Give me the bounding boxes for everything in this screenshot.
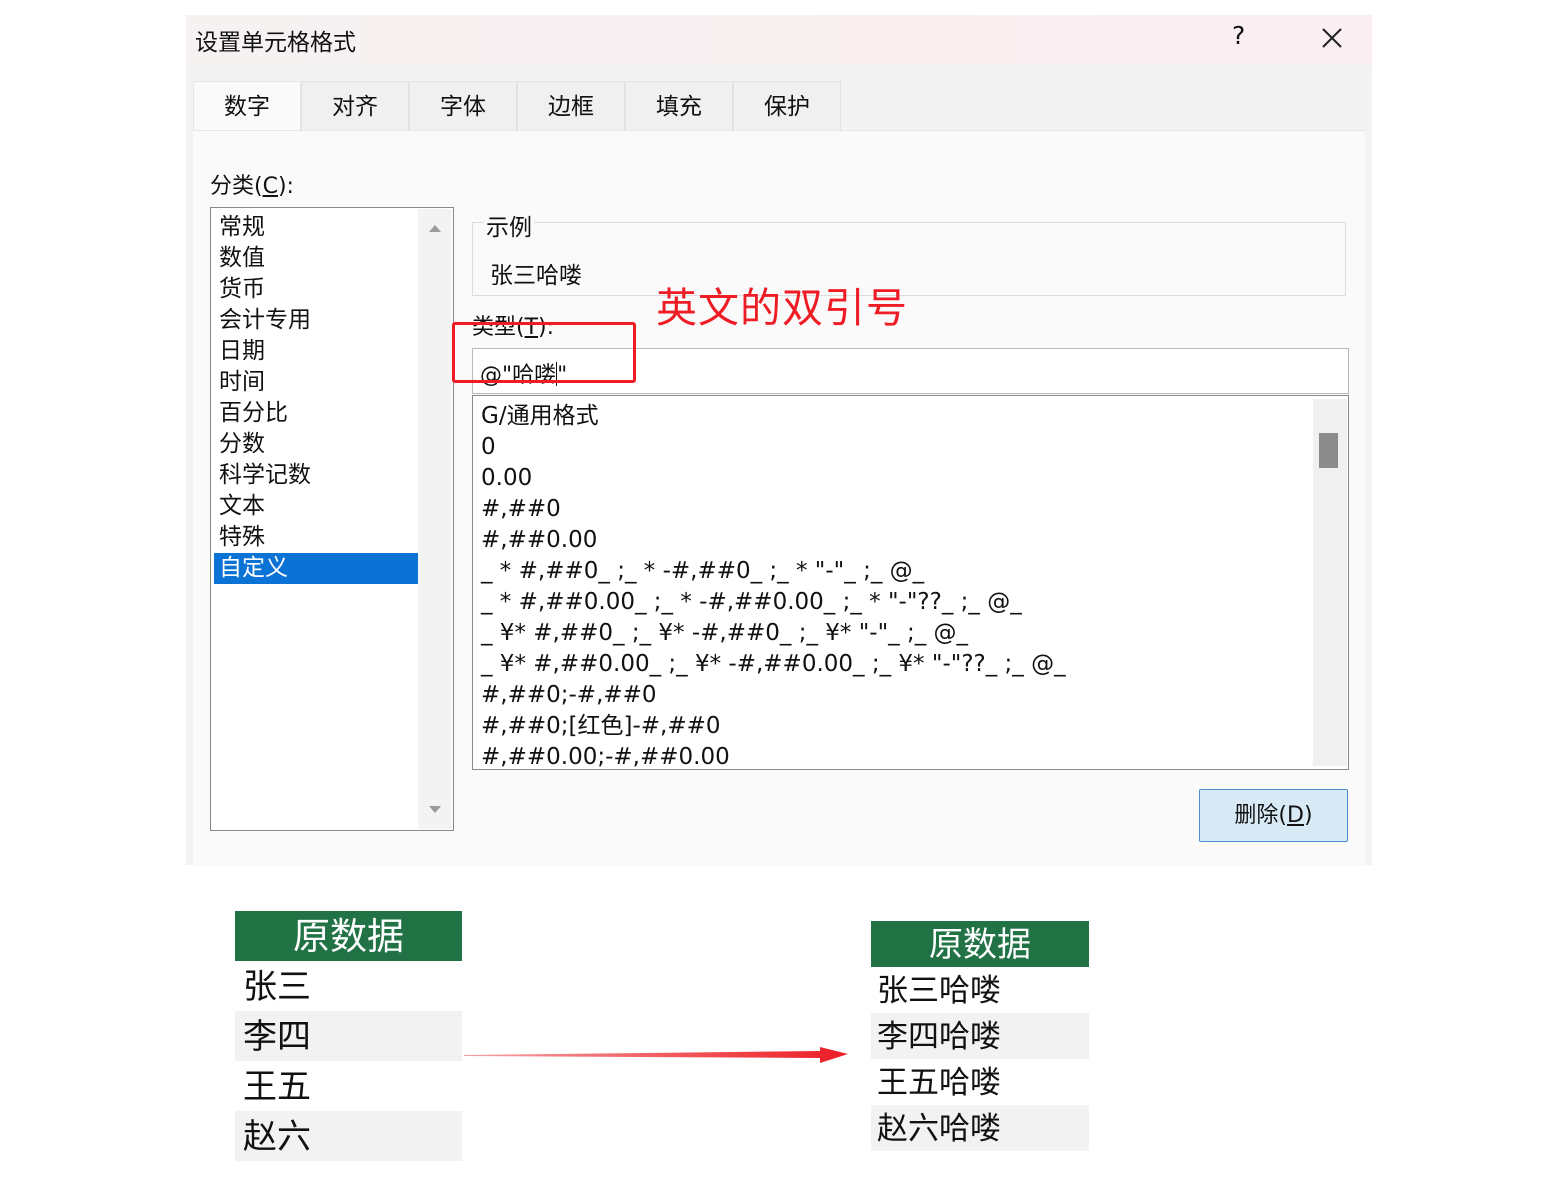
table-row: 李四哈喽	[871, 1013, 1089, 1059]
category-list[interactable]: 常规 数值 货币 会计专用 日期 时间 百分比 分数 科学记数 文本 特殊 自定…	[210, 207, 454, 831]
format-code-list[interactable]: G/通用格式 0 0.00 #,##0 #,##0.00 _ * #,##0_ …	[472, 395, 1349, 770]
category-item-date[interactable]: 日期	[214, 336, 418, 367]
before-table: 原数据 张三 李四 王五 赵六	[235, 911, 462, 1161]
category-item-accounting[interactable]: 会计专用	[214, 305, 418, 336]
right-arrow-icon	[464, 1047, 848, 1063]
help-button[interactable]: ?	[1232, 21, 1245, 50]
table-row: 李四	[235, 1011, 462, 1061]
category-scrollbar[interactable]	[418, 209, 452, 829]
tab-fill[interactable]: 填充	[625, 81, 733, 131]
category-item-fraction[interactable]: 分数	[214, 429, 418, 460]
tab-border[interactable]: 边框	[517, 81, 625, 131]
after-table: 原数据 张三哈喽 李四哈喽 王五哈喽 赵六哈喽	[871, 921, 1089, 1151]
tab-font[interactable]: 字体	[409, 81, 517, 131]
category-item-text[interactable]: 文本	[214, 491, 418, 522]
chevron-down-icon[interactable]	[429, 806, 441, 813]
close-icon	[1322, 28, 1342, 48]
chevron-up-icon[interactable]	[429, 225, 441, 232]
table-header: 原数据	[235, 911, 462, 961]
table-header: 原数据	[871, 921, 1089, 967]
format-item[interactable]: 0	[481, 432, 496, 463]
sample-label: 示例	[484, 208, 534, 242]
title-bar: 设置单元格格式 ?	[186, 15, 1372, 65]
category-item-scientific[interactable]: 科学记数	[214, 460, 418, 491]
sample-group	[472, 222, 1346, 296]
dialog-title: 设置单元格格式	[195, 30, 356, 56]
format-item[interactable]: 0.00	[481, 463, 532, 494]
format-item[interactable]: G/通用格式	[481, 401, 599, 432]
category-item-special[interactable]: 特殊	[214, 522, 418, 553]
table-row: 赵六	[235, 1111, 462, 1161]
format-scrollbar[interactable]	[1313, 399, 1347, 766]
format-item[interactable]: #,##0;[红色]-#,##0	[481, 711, 721, 742]
annotation-note: 英文的双引号	[656, 284, 908, 332]
format-item[interactable]: _ ¥* #,##0_ ;_ ¥* -#,##0_ ;_ ¥* "-"_ ;_ …	[481, 618, 968, 649]
format-item[interactable]: _ * #,##0_ ;_ * -#,##0_ ;_ * "-"_ ;_ @_	[481, 556, 924, 587]
format-item[interactable]: #,##0.00;-#,##0.00	[481, 742, 730, 769]
delete-button[interactable]: 删除(D)	[1199, 789, 1348, 842]
format-item[interactable]: #,##0;-#,##0	[481, 680, 657, 711]
format-item[interactable]: #,##0	[481, 494, 561, 525]
tab-protection[interactable]: 保护	[733, 81, 841, 131]
highlight-box	[452, 322, 636, 383]
category-item-currency[interactable]: 货币	[214, 274, 418, 305]
table-row: 张三哈喽	[871, 967, 1089, 1013]
table-row: 张三	[235, 961, 462, 1011]
category-item-time[interactable]: 时间	[214, 367, 418, 398]
sample-value: 张三哈喽	[490, 263, 582, 289]
format-item[interactable]: _ ¥* #,##0.00_ ;_ ¥* -#,##0.00_ ;_ ¥* "-…	[481, 649, 1066, 680]
table-row: 赵六哈喽	[871, 1105, 1089, 1151]
table-row: 王五	[235, 1061, 462, 1111]
format-item[interactable]: #,##0.00	[481, 525, 597, 556]
category-item-number[interactable]: 数值	[214, 243, 418, 274]
category-label: 分类(C):	[210, 174, 294, 199]
number-tab-panel: 分类(C): 常规 数值 货币 会计专用 日期 时间 百分比 分数 科学记数 文…	[193, 130, 1365, 866]
close-button[interactable]	[1317, 23, 1347, 53]
tab-alignment[interactable]: 对齐	[301, 81, 409, 131]
format-cells-dialog: 设置单元格格式 ? 数字 对齐 字体 边框 填充 保护 分类(C): 常规 数值…	[186, 15, 1372, 866]
table-row: 王五哈喽	[871, 1059, 1089, 1105]
tab-number[interactable]: 数字	[193, 81, 301, 133]
scrollbar-thumb[interactable]	[1319, 433, 1338, 468]
category-item-general[interactable]: 常规	[214, 212, 418, 243]
category-item-custom[interactable]: 自定义	[214, 553, 418, 584]
category-item-percentage[interactable]: 百分比	[214, 398, 418, 429]
format-item[interactable]: _ * #,##0.00_ ;_ * -#,##0.00_ ;_ * "-"??…	[481, 587, 1022, 618]
